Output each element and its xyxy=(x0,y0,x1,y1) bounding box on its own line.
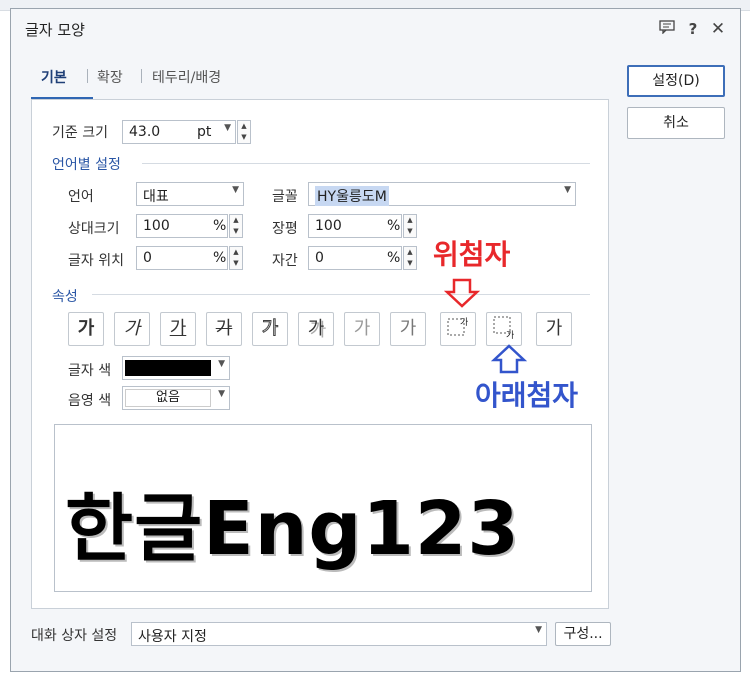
superscript-annotation: 위첨자 xyxy=(433,238,511,271)
subscript-button[interactable]: 가 xyxy=(486,312,522,346)
shade-color-label: 음영 색 xyxy=(68,393,112,409)
font-select[interactable]: HY울릉도M ▼ xyxy=(308,182,576,206)
cancel-button[interactable]: 취소 xyxy=(627,107,725,139)
language-label: 언어 xyxy=(68,189,94,205)
outline-button[interactable]: 가 xyxy=(252,312,288,346)
shade-color-select[interactable]: 없음 ▼ xyxy=(122,386,230,410)
language-select[interactable]: 대표 ▼ xyxy=(136,182,244,206)
superscript-button[interactable]: 가 xyxy=(440,312,476,346)
tab-separator xyxy=(87,69,88,83)
title-bar: 글자 모양 ? ✕ xyxy=(11,9,740,49)
rel-size-spinner[interactable]: ▲ ▼ xyxy=(229,214,243,238)
subscript-icon: 가 xyxy=(493,316,514,341)
char-shape-dialog: 글자 모양 ? ✕ 기본 확장 테두리/배경 기준 크기 43.0 pt ▼ ▲… xyxy=(10,8,741,672)
comment-icon[interactable] xyxy=(657,19,677,39)
dialog-title: 글자 모양 xyxy=(25,21,85,39)
width-input[interactable]: 100 % xyxy=(308,214,402,238)
normal-button[interactable]: 가 xyxy=(536,312,572,346)
tab-extended[interactable]: 확장 xyxy=(97,67,123,87)
configure-button[interactable]: 구성... xyxy=(555,622,611,646)
chevron-down-icon[interactable]: ▼ xyxy=(224,123,231,133)
tab-basic[interactable]: 기본 xyxy=(41,67,67,87)
font-label: 글꼴 xyxy=(272,189,298,205)
chevron-down-icon[interactable]: ▼ xyxy=(535,625,542,635)
spacing-input[interactable]: 0 % xyxy=(308,246,402,270)
shadow-button[interactable]: 가 xyxy=(298,312,334,346)
bold-button[interactable]: 가 xyxy=(68,312,104,346)
divider xyxy=(142,163,590,164)
spacing-spinner[interactable]: ▲ ▼ xyxy=(403,246,417,270)
chevron-down-icon[interactable]: ▼ xyxy=(218,389,225,399)
help-icon[interactable]: ? xyxy=(683,19,703,39)
char-pos-label: 글자 위치 xyxy=(68,253,124,269)
base-size-input[interactable]: 43.0 pt ▼ xyxy=(122,120,236,144)
chevron-down-icon[interactable]: ▼ xyxy=(232,185,239,195)
superscript-icon: 가 xyxy=(447,317,468,336)
strikethrough-button[interactable]: 가 xyxy=(206,312,242,346)
base-size-spinner[interactable]: ▲ ▼ xyxy=(237,120,251,144)
chevron-down-icon[interactable]: ▼ xyxy=(218,359,225,369)
ok-button[interactable]: 설정(D) xyxy=(627,65,725,97)
width-label: 장평 xyxy=(272,221,298,237)
attribute-toolbar: 가 가 가 가 가 가 가 가 가 가 가 xyxy=(68,312,588,348)
divider xyxy=(92,294,590,295)
subscript-annotation: 아래첨자 xyxy=(475,379,579,412)
underline-button[interactable]: 가 xyxy=(160,312,196,346)
preview-text: 한글Eng123 xyxy=(65,486,520,572)
svg-text:가: 가 xyxy=(506,330,514,339)
preview-box: 한글Eng123 xyxy=(54,424,592,592)
emboss-button[interactable]: 가 xyxy=(344,312,380,346)
char-pos-input[interactable]: 0 % xyxy=(136,246,228,270)
char-pos-spinner[interactable]: ▲ ▼ xyxy=(229,246,243,270)
engrave-button[interactable]: 가 xyxy=(390,312,426,346)
base-size-label: 기준 크기 xyxy=(52,125,108,141)
shade-value: 없음 xyxy=(125,389,211,407)
svg-text:가: 가 xyxy=(460,317,468,328)
text-color-select[interactable]: ▼ xyxy=(122,356,230,380)
rel-size-input[interactable]: 100 % xyxy=(136,214,228,238)
spacing-label: 자간 xyxy=(272,253,298,269)
attributes-section-title: 속성 xyxy=(52,289,78,305)
tab-border-background[interactable]: 테두리/배경 xyxy=(152,67,221,87)
italic-button[interactable]: 가 xyxy=(114,312,150,346)
tab-separator xyxy=(141,69,142,83)
close-icon[interactable]: ✕ xyxy=(708,19,728,39)
color-swatch xyxy=(125,360,211,376)
dialog-settings-select[interactable]: 사용자 지정 ▼ xyxy=(131,622,547,646)
arrow-down-icon xyxy=(444,278,480,308)
arrow-up-icon xyxy=(491,344,527,374)
chevron-down-icon[interactable]: ▼ xyxy=(564,185,571,195)
text-color-label: 글자 색 xyxy=(68,363,112,379)
dialog-settings-label: 대화 상자 설정 xyxy=(31,628,118,644)
width-spinner[interactable]: ▲ ▼ xyxy=(403,214,417,238)
lang-section-title: 언어별 설정 xyxy=(52,157,121,173)
rel-size-label: 상대크기 xyxy=(68,221,120,237)
